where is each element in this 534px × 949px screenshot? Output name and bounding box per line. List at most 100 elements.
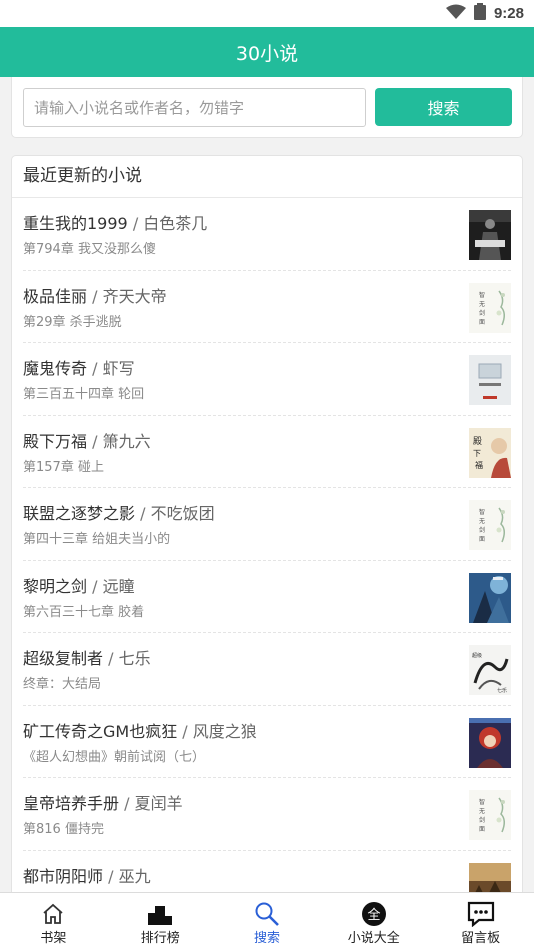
svg-text:无: 无 xyxy=(479,301,485,308)
latest-chapter[interactable]: 终章：大结局 xyxy=(23,673,101,692)
nav-label: 小说大全 xyxy=(347,931,400,946)
novel-author[interactable]: 七乐 xyxy=(119,649,151,668)
book-cover[interactable] xyxy=(469,210,511,260)
nav-label: 排行榜 xyxy=(140,931,180,946)
novel-author[interactable]: 风度之狼 xyxy=(193,722,257,741)
novel-row[interactable]: 黎明之剑 / 远瞳第六百三十七章 胶着 xyxy=(23,561,511,633)
search-card: 搜索 xyxy=(11,77,523,138)
svg-text:全: 全 xyxy=(367,907,380,923)
novel-author[interactable]: 夏闰羊 xyxy=(135,794,183,813)
novel-title-line: 联盟之逐梦之影 / 不吃饭团 xyxy=(23,500,215,524)
novel-title[interactable]: 矿工传奇之GM也疯狂 xyxy=(23,722,177,741)
title-separator: / xyxy=(127,214,144,233)
podium-icon xyxy=(147,901,173,927)
title-separator: / xyxy=(87,576,103,596)
novel-title[interactable]: 皇帝培养手册 xyxy=(23,794,119,813)
novel-row[interactable]: 超级复制者 / 七乐 终章：大结局 超级 七乐 xyxy=(23,633,511,706)
nav-bookshelf[interactable]: 书架 xyxy=(0,893,107,949)
novel-title-line: 极品佳丽 / 齐天大帝 xyxy=(23,283,167,307)
book-cover[interactable]: 殿下福 xyxy=(469,427,511,478)
novel-title[interactable]: 超级复制者 xyxy=(23,649,103,668)
novel-title[interactable]: 魔鬼传奇 xyxy=(23,359,87,378)
title-separator: / xyxy=(87,286,103,306)
house-icon xyxy=(41,901,65,927)
app-header: 30小说 xyxy=(0,27,534,77)
novel-author[interactable]: 齐天大帝 xyxy=(103,287,167,306)
svg-text:面: 面 xyxy=(479,826,485,833)
svg-text:七乐: 七乐 xyxy=(497,687,507,694)
nav-search[interactable]: 搜索 xyxy=(214,893,321,949)
status-time: 9:28 xyxy=(493,5,524,22)
book-cover[interactable]: 智无剑面 xyxy=(469,500,511,550)
novel-author[interactable]: 巫九 xyxy=(119,867,151,886)
novel-author[interactable]: 远瞳 xyxy=(103,577,135,596)
novel-title-line: 矿工传奇之GM也疯狂 / 风度之狼 xyxy=(23,718,257,742)
title-separator: / xyxy=(177,721,193,741)
novel-title[interactable]: 殿下万福 xyxy=(23,432,87,451)
novel-author[interactable]: 不吃饭团 xyxy=(151,504,215,523)
book-cover[interactable]: 智无剑面 xyxy=(469,790,511,840)
novel-title-line: 魔鬼传奇 / 虾写 xyxy=(23,355,135,379)
book-cover[interactable] xyxy=(469,355,511,405)
svg-text:无: 无 xyxy=(479,518,485,525)
title-separator: / xyxy=(87,359,103,378)
svg-text:面: 面 xyxy=(479,319,485,326)
latest-chapter[interactable]: 第157章 碰上 xyxy=(23,456,104,475)
novel-title-line: 殿下万福 / 箫九六 xyxy=(23,428,151,452)
novel-row[interactable]: 联盟之逐梦之影 / 不吃饭团第四十三章 给姐夫当小的 智无剑面 xyxy=(23,488,511,561)
message-board-icon xyxy=(467,901,495,927)
svg-text:面: 面 xyxy=(479,536,485,543)
latest-chapter[interactable]: 第四十三章 给姐夫当小的 xyxy=(23,528,170,547)
title-separator: / xyxy=(103,866,119,886)
nav-all-novels[interactable]: 全 小说大全 xyxy=(320,893,427,949)
book-cover[interactable]: 超级 七乐 xyxy=(469,645,511,695)
latest-chapter[interactable]: 《超人幻想曲》朝前试阅（七） xyxy=(23,746,205,765)
latest-chapter[interactable]: 第794章 我又没那么傻 xyxy=(23,238,156,257)
bottom-nav: 书架 排行榜 搜索 全 小说大全 留言板 xyxy=(0,892,534,949)
novel-title[interactable]: 极品佳丽 xyxy=(23,287,87,306)
nav-ranking[interactable]: 排行榜 xyxy=(107,893,214,949)
battery-icon xyxy=(473,3,486,24)
book-cover[interactable] xyxy=(469,572,511,623)
nav-label: 搜索 xyxy=(253,931,280,946)
novel-title-line: 黎明之剑 / 远瞳 xyxy=(23,573,135,597)
novel-row[interactable]: 极品佳丽 / 齐天大帝第29章 杀手逃脱 智无剑面 xyxy=(23,271,511,343)
novel-author[interactable]: 白色茶几 xyxy=(143,214,207,233)
novel-title[interactable]: 联盟之逐梦之影 xyxy=(23,504,135,523)
svg-text:剑: 剑 xyxy=(479,816,485,824)
novel-title[interactable]: 都市阴阳师 xyxy=(23,867,103,886)
svg-text:福: 福 xyxy=(475,461,483,470)
search-input[interactable] xyxy=(23,88,366,127)
latest-chapter[interactable]: 第816 僵持完 xyxy=(23,818,104,837)
nav-message-board[interactable]: 留言板 xyxy=(427,893,534,949)
novel-title-line: 都市阴阳师 / 巫九 xyxy=(23,863,151,887)
latest-chapter[interactable]: 第三百五十四章 轮回 xyxy=(23,383,144,402)
nav-label: 书架 xyxy=(40,931,67,946)
novel-title-line: 超级复制者 / 七乐 xyxy=(23,645,151,669)
svg-text:智: 智 xyxy=(479,291,485,299)
novel-row[interactable]: 魔鬼传奇 / 虾写第三百五十四章 轮回 xyxy=(23,343,511,416)
novel-row[interactable]: 矿工传奇之GM也疯狂 / 风度之狼《超人幻想曲》朝前试阅（七） xyxy=(23,706,511,778)
latest-chapter[interactable]: 第29章 杀手逃脱 xyxy=(23,311,122,330)
svg-text:无: 无 xyxy=(479,808,485,815)
all-books-icon: 全 xyxy=(361,901,387,927)
svg-text:下: 下 xyxy=(473,449,481,458)
book-cover[interactable] xyxy=(469,717,511,768)
novel-row[interactable]: 皇帝培养手册 / 夏闰羊第816 僵持完 智无剑面 xyxy=(23,778,511,851)
latest-chapter[interactable]: 第六百三十七章 胶着 xyxy=(23,601,144,620)
svg-text:剑: 剑 xyxy=(479,309,485,317)
novel-title-line: 重生我的1999 / 白色茶几 xyxy=(23,210,207,234)
novel-title-line: 皇帝培养手册 / 夏闰羊 xyxy=(23,790,183,814)
novel-author[interactable]: 箫九六 xyxy=(103,432,151,451)
status-bar: 9:28 xyxy=(0,0,534,27)
novel-author[interactable]: 虾写 xyxy=(103,359,135,378)
recent-updates-list: 最近更新的小说 重生我的1999 / 白色茶几 第794章 我又没那么傻 极品佳丽 … xyxy=(11,155,523,915)
title-separator: / xyxy=(103,649,119,668)
search-button[interactable]: 搜索 xyxy=(375,88,512,126)
book-cover[interactable]: 智无剑面 xyxy=(469,282,511,333)
novel-row[interactable]: 重生我的1999 / 白色茶几第794章 我又没那么傻 xyxy=(23,198,511,271)
svg-text:殿: 殿 xyxy=(473,436,482,447)
novel-title[interactable]: 黎明之剑 xyxy=(23,577,87,596)
novel-row[interactable]: 殿下万福 / 箫九六第157章 碰上 殿下福 xyxy=(23,416,511,488)
novel-title[interactable]: 重生我的1999 xyxy=(23,214,128,233)
